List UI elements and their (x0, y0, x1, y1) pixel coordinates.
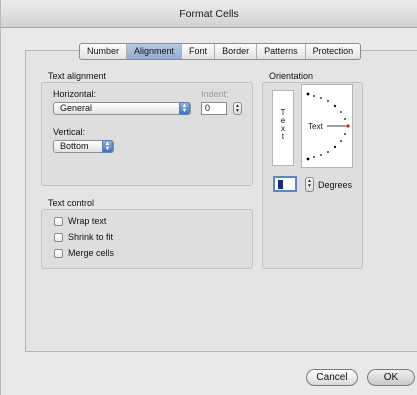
dial-text-sample: Text (308, 122, 323, 131)
degrees-field[interactable] (273, 176, 297, 192)
format-cells-dialog: Format Cells Number Alignment Font Borde… (0, 0, 417, 395)
text-alignment-heading: Text alignment (48, 71, 107, 81)
vertical-text-option[interactable]: Text (272, 90, 294, 166)
vertical-label: Vertical: (53, 127, 86, 137)
indent-field[interactable]: 0 (201, 102, 227, 115)
title-bar[interactable]: Format Cells (1, 0, 417, 28)
vertical-select-value: Bottom (60, 141, 89, 151)
indent-stepper[interactable]: ▲ ▼ (233, 102, 242, 115)
shrink-to-fit-option[interactable]: Shrink to fit (54, 232, 113, 242)
wrap-text-checkbox[interactable] (54, 216, 63, 226)
horizontal-label: Horizontal: (53, 89, 97, 99)
text-control-heading: Text control (48, 198, 95, 208)
shrink-to-fit-label: Shrink to fit (68, 232, 114, 242)
cancel-button[interactable]: Cancel (306, 369, 358, 386)
shrink-to-fit-checkbox[interactable] (54, 232, 63, 242)
select-arrows-icon: ▲ ▼ (102, 140, 113, 153)
vertical-text-sample: Text (280, 108, 286, 141)
window-title: Format Cells (179, 8, 239, 20)
select-arrows-icon: ▲ ▼ (179, 102, 190, 115)
tab-alignment[interactable]: Alignment (127, 44, 183, 59)
orientation-dial[interactable]: Text (301, 84, 353, 168)
degrees-label: Degrees (318, 180, 353, 190)
tab-patterns[interactable]: Patterns (257, 44, 306, 59)
orientation-heading: Orientation (269, 71, 314, 81)
tab-number[interactable]: Number (80, 44, 128, 59)
degrees-stepper[interactable]: ▲ ▼ (305, 177, 314, 192)
tab-font[interactable]: Font (182, 44, 216, 59)
merge-cells-checkbox[interactable] (54, 248, 63, 258)
wrap-text-option[interactable]: Wrap text (54, 216, 106, 226)
ok-button[interactable]: OK (367, 369, 415, 386)
text-cursor (278, 180, 283, 189)
wrap-text-label: Wrap text (68, 216, 107, 226)
horizontal-select-value: General (60, 103, 93, 113)
tab-protection[interactable]: Protection (306, 44, 361, 59)
indent-label: Indent: (201, 89, 229, 99)
merge-cells-option[interactable]: Merge cells (54, 248, 114, 258)
vertical-select[interactable]: Bottom ▲ ▼ (53, 140, 114, 153)
merge-cells-label: Merge cells (68, 248, 115, 258)
tab-bar: Number Alignment Font Border Patterns Pr… (79, 43, 362, 60)
tab-border[interactable]: Border (215, 44, 258, 59)
horizontal-select[interactable]: General ▲ ▼ (53, 102, 191, 115)
